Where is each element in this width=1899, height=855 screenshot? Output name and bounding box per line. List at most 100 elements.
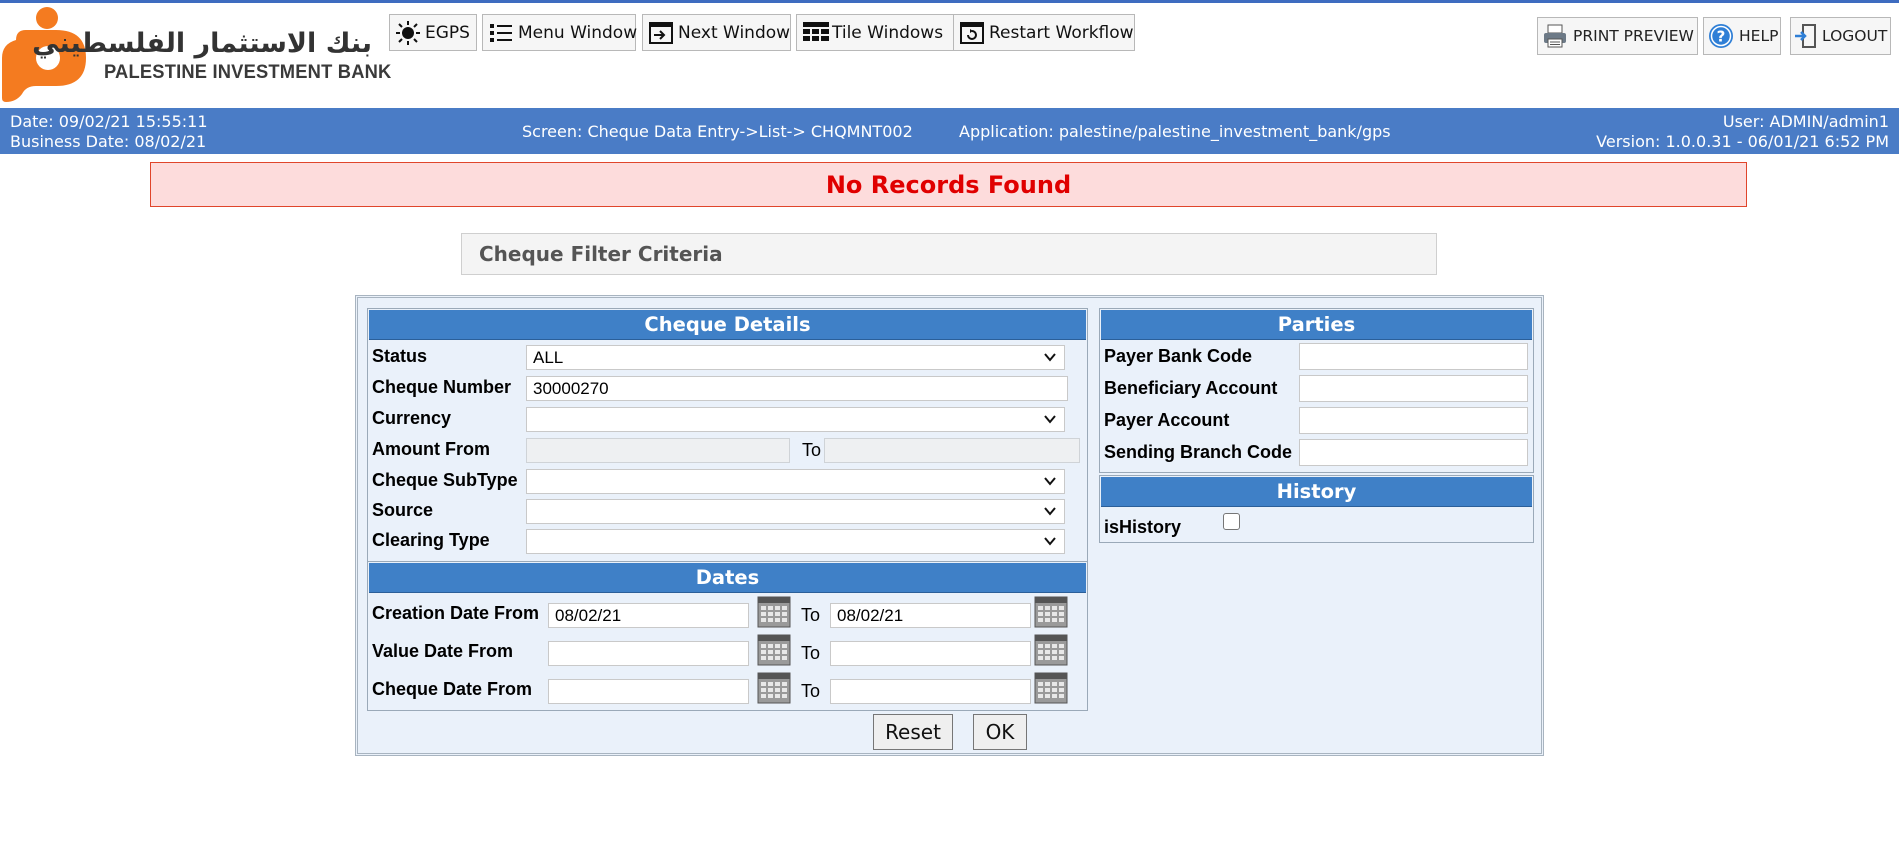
- creation-date-label: Creation Date From: [372, 603, 540, 623]
- screen-path: Screen: Cheque Data Entry->List-> CHQMNT…: [522, 122, 913, 141]
- help-icon: ?: [1708, 23, 1734, 49]
- cheque-date-to-input[interactable]: [830, 679, 1031, 704]
- chevron-down-icon: [1044, 353, 1056, 362]
- cheque-subtype-label: Cheque SubType: [372, 470, 518, 490]
- calendar-icon[interactable]: [757, 672, 791, 704]
- bank-name-english: PALESTINE INVESTMENT BANK: [104, 61, 392, 83]
- tile-windows-label: Tile Windows: [832, 22, 944, 43]
- chevron-down-icon: [1044, 537, 1056, 546]
- source-select[interactable]: [526, 499, 1065, 524]
- cheque-number-label: Cheque Number: [372, 377, 512, 397]
- restart-workflow-button[interactable]: Restart Workflow: [953, 14, 1135, 51]
- cheque-details-panel: Cheque Details Status ALL Cheque Number …: [367, 308, 1088, 563]
- calendar-icon[interactable]: [757, 596, 791, 628]
- amount-to-label: To: [802, 440, 822, 460]
- restart-workflow-label: Restart Workflow: [989, 22, 1134, 43]
- next-window-button[interactable]: Next Window: [642, 14, 791, 51]
- status-label: Status: [372, 346, 428, 366]
- filter-criteria-header: Cheque Filter Criteria: [461, 233, 1437, 275]
- next-window-label: Next Window: [678, 22, 791, 43]
- help-label: HELP: [1739, 27, 1779, 45]
- creation-date-from-input[interactable]: 08/02/21: [548, 603, 749, 628]
- logout-label: LOGOUT: [1822, 27, 1888, 45]
- payer-account-label: Payer Account: [1104, 410, 1230, 430]
- list-icon: [489, 21, 513, 45]
- logout-button[interactable]: LOGOUT: [1790, 17, 1891, 55]
- cheque-subtype-select[interactable]: [526, 469, 1065, 494]
- chevron-down-icon: [1044, 507, 1056, 516]
- ok-button[interactable]: OK: [973, 714, 1027, 750]
- current-date: Date: 09/02/21 15:55:11: [10, 112, 208, 131]
- top-accent-line: [0, 0, 1899, 3]
- parties-panel: Parties Payer Bank Code Beneficiary Acco…: [1099, 308, 1534, 473]
- amount-to-input[interactable]: [824, 438, 1080, 463]
- is-history-label: isHistory: [1104, 517, 1182, 537]
- window-arrow-icon: [649, 21, 673, 45]
- business-date: Business Date: 08/02/21: [10, 132, 207, 151]
- cheque-details-header: Cheque Details: [369, 310, 1086, 340]
- status-value: ALL: [533, 347, 564, 367]
- menu-window-label: Menu Window: [518, 22, 638, 43]
- amount-from-label: Amount From: [372, 439, 490, 459]
- egps-button[interactable]: EGPS: [389, 14, 477, 51]
- filter-criteria-title: Cheque Filter Criteria: [479, 242, 723, 266]
- beneficiary-account-label: Beneficiary Account: [1104, 378, 1278, 398]
- version-info: Version: 1.0.0.31 - 06/01/21 6:52 PM: [1596, 132, 1889, 151]
- status-bar: Date: 09/02/21 15:55:11 Business Date: 0…: [0, 108, 1899, 154]
- print-preview-button[interactable]: PRINT PREVIEW: [1537, 17, 1698, 55]
- logout-icon: [1795, 23, 1817, 49]
- print-preview-label: PRINT PREVIEW: [1573, 27, 1694, 45]
- value-date-label: Value Date From: [372, 641, 514, 661]
- calendar-icon[interactable]: [1034, 634, 1068, 666]
- tile-windows-button[interactable]: Tile Windows: [796, 14, 954, 51]
- chevron-down-icon: [1044, 415, 1056, 424]
- value-date-to-input[interactable]: [830, 641, 1031, 666]
- payer-account-input[interactable]: [1299, 407, 1528, 434]
- payer-bank-code-label: Payer Bank Code: [1104, 346, 1253, 366]
- cheque-date-label: Cheque Date From: [372, 679, 533, 699]
- source-label: Source: [372, 500, 434, 520]
- creation-date-to-input[interactable]: 08/02/21: [830, 603, 1031, 628]
- calendar-icon[interactable]: [1034, 596, 1068, 628]
- value-date-to-label: To: [801, 643, 821, 663]
- help-button[interactable]: ? HELP: [1703, 17, 1781, 55]
- sending-branch-code-label: Sending Branch Code: [1104, 442, 1293, 462]
- dates-header: Dates: [369, 563, 1086, 593]
- printer-icon: [1542, 23, 1568, 49]
- no-records-banner: No Records Found: [150, 162, 1747, 207]
- parties-header: Parties: [1101, 310, 1532, 340]
- currency-label: Currency: [372, 408, 452, 428]
- cheque-number-input[interactable]: 30000270: [526, 376, 1068, 401]
- amount-from-input[interactable]: [526, 438, 790, 463]
- egps-label: EGPS: [425, 22, 470, 43]
- restart-icon: [960, 21, 984, 45]
- cheque-date-from-input[interactable]: [548, 679, 749, 704]
- menu-window-button[interactable]: Menu Window: [482, 14, 638, 51]
- svg-text:?: ?: [1717, 28, 1726, 46]
- tiles-icon: [803, 21, 829, 45]
- cheque-date-to-label: To: [801, 681, 821, 701]
- sun-icon: [396, 20, 420, 45]
- bank-logo: بنك الاستثمار الفلسطيني PALESTINE INVEST…: [0, 4, 391, 104]
- application-path: Application: palestine/palestine_investm…: [959, 122, 1391, 141]
- payer-bank-code-input[interactable]: [1299, 343, 1528, 370]
- bank-name-arabic: بنك الاستثمار الفلسطيني: [32, 28, 372, 59]
- reset-button[interactable]: Reset: [873, 714, 953, 750]
- value-date-from-input[interactable]: [548, 641, 749, 666]
- calendar-icon[interactable]: [757, 634, 791, 666]
- currency-select[interactable]: [526, 407, 1065, 432]
- sending-branch-code-input[interactable]: [1299, 439, 1528, 466]
- beneficiary-account-input[interactable]: [1299, 375, 1528, 402]
- status-select[interactable]: ALL: [526, 345, 1065, 370]
- user-info: User: ADMIN/admin1: [1722, 112, 1889, 131]
- calendar-icon[interactable]: [1034, 672, 1068, 704]
- history-panel: History isHistory: [1099, 475, 1534, 543]
- chevron-down-icon: [1044, 477, 1056, 486]
- dates-panel: Dates Creation Date From 08/02/21 To 08/…: [367, 561, 1088, 711]
- history-header: History: [1101, 477, 1532, 507]
- clearing-type-label: Clearing Type: [372, 530, 490, 550]
- creation-date-to-label: To: [801, 605, 821, 625]
- no-records-message: No Records Found: [825, 170, 1072, 199]
- is-history-checkbox[interactable]: [1223, 513, 1240, 530]
- clearing-type-select[interactable]: [526, 529, 1065, 554]
